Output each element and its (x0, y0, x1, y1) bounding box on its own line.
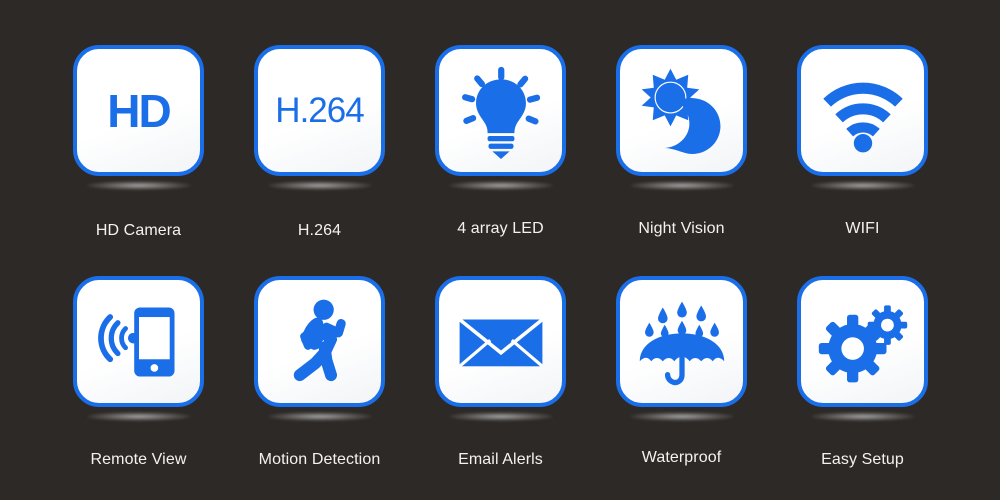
feature-grid: HD HD Camera H.264 H.264 4 array LED Nig… (0, 0, 1000, 500)
wifi-signal-icon (822, 82, 903, 152)
feature-item-waterproof[interactable]: Waterproof (591, 276, 772, 466)
tile-wrap-motion-detection (254, 276, 385, 421)
smartphone-signal-icon (97, 306, 175, 377)
envelope-icon (457, 317, 544, 367)
feature-item-night-vision[interactable]: Night Vision (591, 45, 772, 237)
feature-item-wifi[interactable]: WIFI (772, 45, 953, 237)
feature-label-h264: H.264 (297, 222, 342, 239)
tile-easy-setup[interactable] (797, 276, 928, 407)
tile-night-vision[interactable] (616, 45, 747, 176)
tile-shadow (630, 412, 734, 421)
tile-hd-camera[interactable]: HD (73, 45, 204, 176)
h264-wordmark-icon: H.264 (275, 91, 364, 130)
feature-label-waterproof: Waterproof (641, 449, 722, 466)
feature-label-motion-detection: Motion Detection (258, 451, 381, 468)
feature-label-wifi: WIFI (845, 220, 880, 237)
feature-item-hd-camera[interactable]: HD HD Camera (48, 45, 229, 239)
tile-wrap-night-vision (616, 45, 747, 190)
tile-wrap-email-alerts (435, 276, 566, 421)
feature-item-h264[interactable]: H.264 H.264 (229, 45, 410, 239)
tile-shadow (449, 412, 553, 421)
tile-4-array-led[interactable] (435, 45, 566, 176)
tile-shadow (630, 181, 734, 190)
tile-wifi[interactable] (797, 45, 928, 176)
feature-item-easy-setup[interactable]: Easy Setup (772, 276, 953, 468)
feature-label-hd-camera: HD Camera (95, 222, 182, 239)
feature-item-remote-view[interactable]: Remote View (48, 276, 229, 468)
tile-wrap-remote-view (73, 276, 204, 421)
tile-motion-detection[interactable] (254, 276, 385, 407)
tile-shadow (811, 181, 915, 190)
tile-email-alerts[interactable] (435, 276, 566, 407)
feature-item-motion-detection[interactable]: Motion Detection (229, 276, 410, 468)
tile-shadow (268, 412, 372, 421)
tile-shadow (87, 412, 191, 421)
umbrella-rain-icon (639, 301, 724, 385)
feature-label-easy-setup: Easy Setup (821, 451, 904, 468)
feature-item-4-array-led[interactable]: 4 array LED (410, 45, 591, 237)
gears-icon (818, 304, 907, 382)
tile-remote-view[interactable] (73, 276, 204, 407)
tile-shadow (87, 181, 191, 190)
tile-shadow (811, 412, 915, 421)
feature-label-email-alerts: Email Alerls (458, 451, 543, 468)
tile-wrap-waterproof (616, 276, 747, 421)
tile-shadow (268, 181, 372, 190)
tile-h264[interactable]: H.264 (254, 45, 385, 176)
hd-wordmark-icon: HD (107, 84, 171, 137)
running-person-icon (293, 299, 346, 381)
tile-wrap-4-array-led (435, 45, 566, 190)
feature-label-remote-view: Remote View (90, 451, 187, 468)
tile-wrap-wifi (797, 45, 928, 190)
sun-moon-icon (641, 68, 720, 154)
tile-shadow (449, 181, 553, 190)
feature-item-email-alerts[interactable]: Email Alerls (410, 276, 591, 468)
tile-wrap-easy-setup (797, 276, 928, 421)
lightbulb-rays-icon (461, 66, 540, 159)
feature-label-4-array-led: 4 array LED (457, 220, 544, 237)
tile-waterproof[interactable] (616, 276, 747, 407)
feature-label-night-vision: Night Vision (638, 220, 725, 237)
tile-wrap-hd-camera: HD (73, 45, 204, 190)
tile-wrap-h264: H.264 (254, 45, 385, 190)
